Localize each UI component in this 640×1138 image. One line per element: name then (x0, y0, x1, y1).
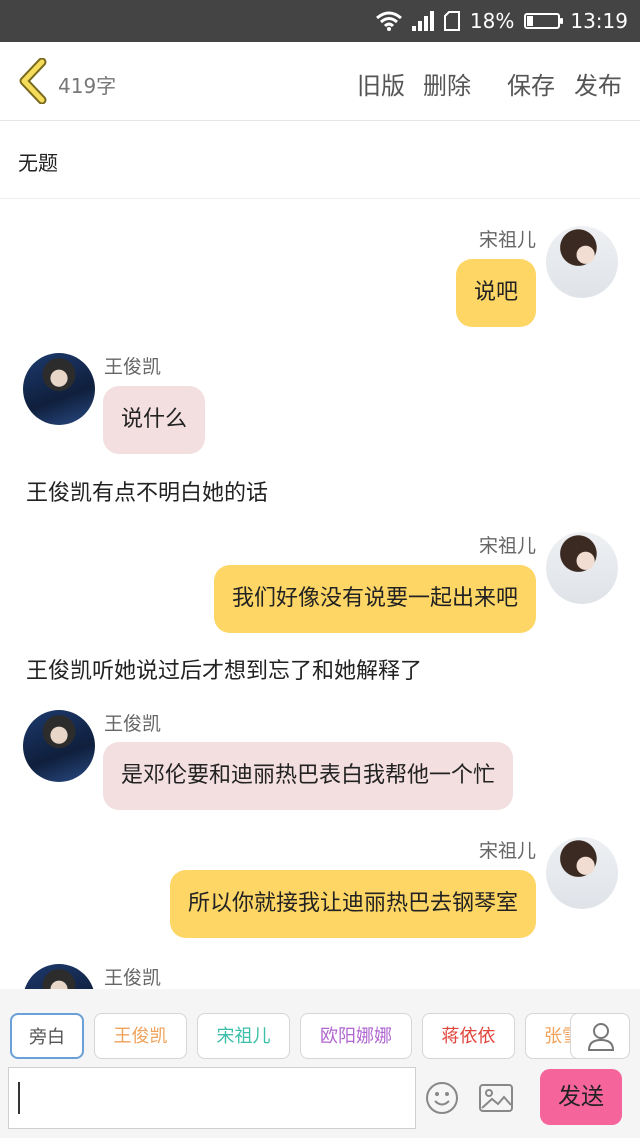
character-chip[interactable]: 王俊凯 (94, 1013, 187, 1059)
character-chip-narrator[interactable]: 旁白 (10, 1013, 84, 1059)
character-chip-label: 欧阳娜娜 (320, 1026, 392, 1047)
speaker-name: 宋祖儿 (478, 229, 536, 251)
image-icon[interactable] (478, 1083, 514, 1113)
character-chip-label: 蒋依依 (441, 1026, 496, 1047)
send-button[interactable]: 发送 (540, 1069, 622, 1125)
speaker-name: 王俊凯 (104, 713, 162, 735)
sim-card-icon (443, 11, 460, 31)
message-bubble[interactable]: 我们好像没有说要一起出来吧 (213, 565, 536, 633)
avatar[interactable] (546, 532, 618, 604)
character-chip[interactable]: 欧阳娜娜 (300, 1013, 412, 1059)
composer: 发送 (0, 1065, 640, 1138)
character-chip-label: 王俊凯 (113, 1026, 168, 1047)
emoji-icon[interactable] (425, 1081, 459, 1115)
old-version-button[interactable]: 旧版 (357, 66, 405, 101)
chat-area[interactable]: 宋祖儿 说吧 王俊凯 说什么 王俊凯有点不明白她的话 宋祖儿 我们好像没有说要一… (0, 199, 640, 989)
battery-icon (524, 13, 564, 29)
message-bubble[interactable]: 所以你就接我让迪丽热巴去钢琴室 (169, 870, 536, 938)
word-count: 419字 (58, 74, 117, 98)
speaker-name: 宋祖儿 (478, 840, 536, 862)
character-chip[interactable]: 蒋依依 (422, 1013, 515, 1059)
back-arrow-icon[interactable] (16, 58, 50, 104)
character-selector: 旁白 王俊凯 宋祖儿 欧阳娜娜 蒋依依 张雪 (0, 989, 640, 1065)
publish-button[interactable]: 发布 (574, 66, 622, 101)
narration-text[interactable]: 王俊凯有点不明白她的话 (26, 475, 268, 507)
character-chip-label: 宋祖儿 (216, 1026, 271, 1047)
message-bubble[interactable]: 说什么 (103, 386, 206, 454)
speaker-name: 王俊凯 (104, 967, 162, 989)
avatar[interactable] (546, 226, 618, 298)
story-title-field[interactable]: 无题 (0, 121, 640, 199)
wifi-icon (375, 11, 402, 31)
save-button[interactable]: 保存 (507, 66, 555, 101)
story-title: 无题 (18, 151, 58, 175)
editor-header: 419字 旧版 删除 保存 发布 (0, 42, 640, 121)
person-icon (587, 1023, 615, 1051)
message-input[interactable] (8, 1067, 416, 1129)
manage-characters-button[interactable] (570, 1013, 630, 1059)
avatar[interactable] (23, 710, 95, 782)
message-bubble[interactable]: 说吧 (455, 259, 536, 327)
avatar[interactable] (23, 964, 95, 989)
speaker-name: 王俊凯 (104, 356, 162, 378)
status-bar: 18% 13:19 (0, 0, 640, 42)
battery-percent: 18% (469, 9, 515, 33)
speaker-name: 宋祖儿 (478, 535, 536, 557)
text-cursor (18, 1082, 20, 1114)
narration-text[interactable]: 王俊凯听她说过后才想到忘了和她解释了 (26, 653, 422, 685)
signal-icon (411, 11, 434, 31)
clock: 13:19 (570, 9, 628, 33)
avatar[interactable] (23, 353, 95, 425)
character-chip[interactable]: 宋祖儿 (197, 1013, 290, 1059)
character-chip-label: 旁白 (29, 1027, 65, 1048)
delete-button[interactable]: 删除 (423, 66, 471, 101)
message-bubble[interactable]: 是邓伦要和迪丽热巴表白我帮他一个忙 (103, 742, 514, 810)
avatar[interactable] (546, 837, 618, 909)
